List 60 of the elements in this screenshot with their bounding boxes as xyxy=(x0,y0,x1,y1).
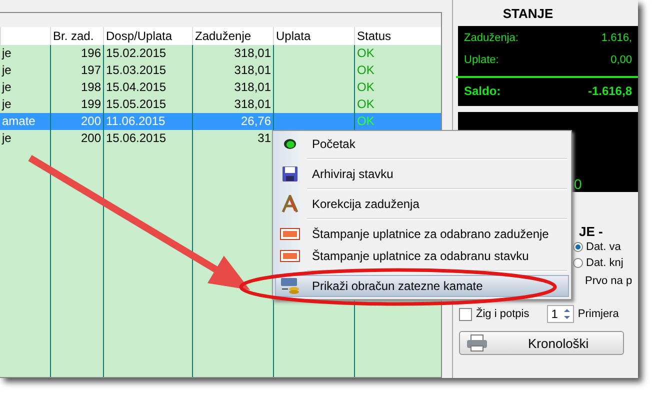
menu-item[interactable]: Prikaži obračun zatezne kamate xyxy=(275,275,569,297)
table-cell: 197 xyxy=(80,63,101,77)
menu-item[interactable]: Korekcija zaduženja xyxy=(275,193,569,215)
table-cell: 15.04.2015 xyxy=(106,80,166,94)
table-cell: je xyxy=(2,46,12,60)
spinner-field[interactable]: 1 xyxy=(547,305,574,323)
checkbox-label[interactable]: Žig i potpis xyxy=(476,308,530,320)
table-cell: je xyxy=(2,97,12,111)
table-cell: 318,01 xyxy=(234,63,271,77)
payment-slip-icon xyxy=(280,250,300,262)
table-cell: 15.05.2015 xyxy=(106,97,166,111)
printer-icon xyxy=(466,334,488,352)
table-cell: 318,01 xyxy=(234,46,271,60)
balance-label: Zaduženja: xyxy=(464,32,518,46)
menu-item[interactable]: Arhiviraj stavku xyxy=(275,163,569,185)
balance-label: Uplate: xyxy=(464,54,499,68)
table-cell: je xyxy=(2,80,12,94)
table-cell: je xyxy=(2,63,12,77)
radio-label[interactable]: Dat. va xyxy=(586,241,621,253)
menu-item[interactable]: Štampanje uplatnice za odabrano zaduženje xyxy=(275,223,569,245)
balance-value: 0,00 xyxy=(610,54,632,68)
table-cell: 26,76 xyxy=(240,114,271,128)
status-text: OK xyxy=(357,63,374,77)
table-cell: 196 xyxy=(80,46,101,60)
table-cell: 199 xyxy=(80,97,101,111)
table-cell: je xyxy=(2,131,12,145)
group-title: JE - xyxy=(579,224,603,239)
table-cell: 318,01 xyxy=(234,97,271,111)
checkbox[interactable] xyxy=(459,308,472,320)
radio-button[interactable] xyxy=(573,258,583,268)
status-text: OK xyxy=(357,97,374,111)
table-cell: 15.03.2015 xyxy=(106,63,166,77)
coins-icon xyxy=(280,277,300,295)
balance-label: Saldo: xyxy=(464,84,501,100)
chronological-button[interactable]: Kronološki xyxy=(459,331,624,355)
table-cell: 31 xyxy=(258,131,271,145)
option-label: Prvo na p xyxy=(585,275,632,287)
letter-a-icon xyxy=(281,195,299,213)
table-cell: 200 xyxy=(80,131,101,145)
payment-slip-icon xyxy=(280,228,300,240)
status-light-icon xyxy=(283,138,297,150)
status-text: OK xyxy=(357,80,374,94)
table-cell: 11.06.2015 xyxy=(106,114,166,128)
copies-label: Primjera xyxy=(578,308,619,320)
panel-title: STANJE xyxy=(502,6,554,23)
table-cell: 200 xyxy=(80,114,101,128)
radio-label[interactable]: Dat. knj xyxy=(586,257,624,269)
status-text: OK xyxy=(357,114,374,128)
table-cell: 15.02.2015 xyxy=(106,46,166,60)
table-cell: 198 xyxy=(80,80,101,94)
table-cell: 318,01 xyxy=(234,80,271,94)
radio-button[interactable] xyxy=(573,242,583,252)
info-value: 0 xyxy=(574,176,582,192)
menu-item[interactable]: Štampanje uplatnice za odabranu stavku xyxy=(275,245,569,267)
balance-value: -1.616,8 xyxy=(588,84,632,100)
status-text: OK xyxy=(357,46,374,60)
table-cell: amate xyxy=(2,114,36,128)
table-cell: 15.06.2015 xyxy=(106,131,166,145)
balance-value: 1.616, xyxy=(601,32,632,46)
spin-arrows-icon[interactable] xyxy=(562,306,572,322)
